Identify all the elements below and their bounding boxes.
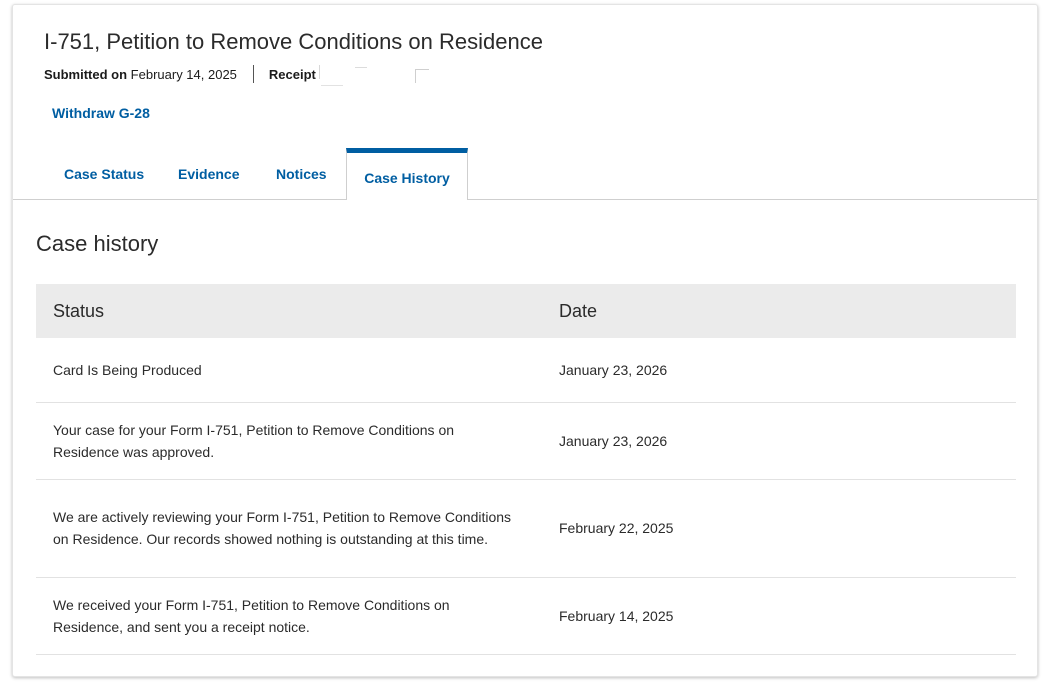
table-row: We are actively reviewing your Form I-75… xyxy=(36,479,1016,578)
tab-case-history[interactable]: Case History xyxy=(346,148,468,201)
case-card: I-751, Petition to Remove Conditions on … xyxy=(12,4,1038,677)
receipt-number-redacted xyxy=(319,63,431,87)
tab-case-status[interactable]: Case Status xyxy=(49,148,162,200)
status-cell: We received your Form I-751, Petition to… xyxy=(36,577,542,655)
case-meta: Submitted on February 14, 2025 Receipt xyxy=(44,65,316,83)
case-history-title: Case history xyxy=(36,231,159,256)
table-row: Your case for your Form I-751, Petition … xyxy=(36,402,1016,480)
table-row: We received your Form I-751, Petition to… xyxy=(36,577,1016,655)
column-header-status: Status xyxy=(53,300,105,321)
tab-notices[interactable]: Notices xyxy=(260,148,346,200)
case-header: I-751, Petition to Remove Conditions on … xyxy=(13,5,1037,201)
date-cell: February 14, 2025 xyxy=(542,577,1016,655)
receipt-label: Receipt xyxy=(268,66,316,82)
case-tabs: Case Status Evidence Notices Case Histor… xyxy=(49,148,468,201)
status-cell: Card Is Being Produced xyxy=(36,338,542,403)
submitted-date: February 14, 2025 xyxy=(130,66,237,82)
form-title: I-751, Petition to Remove Conditions on … xyxy=(44,29,543,54)
case-history-table: Status Date Card Is Being Produced Janua… xyxy=(36,284,1016,655)
date-cell: January 23, 2026 xyxy=(542,402,1016,480)
table-row: Card Is Being Produced January 23, 2026 xyxy=(36,338,1016,403)
meta-divider xyxy=(252,65,254,83)
table-header-row: Status Date xyxy=(36,284,1016,338)
submitted-label: Submitted on xyxy=(44,66,128,82)
column-header-date: Date xyxy=(559,300,598,321)
withdraw-g28-link[interactable]: Withdraw G-28 xyxy=(52,105,150,121)
status-cell: Your case for your Form I-751, Petition … xyxy=(36,402,542,480)
status-cell: We are actively reviewing your Form I-75… xyxy=(36,479,542,578)
date-cell: February 22, 2025 xyxy=(542,479,1016,578)
tab-evidence[interactable]: Evidence xyxy=(162,148,260,200)
date-cell: January 23, 2026 xyxy=(542,338,1016,403)
